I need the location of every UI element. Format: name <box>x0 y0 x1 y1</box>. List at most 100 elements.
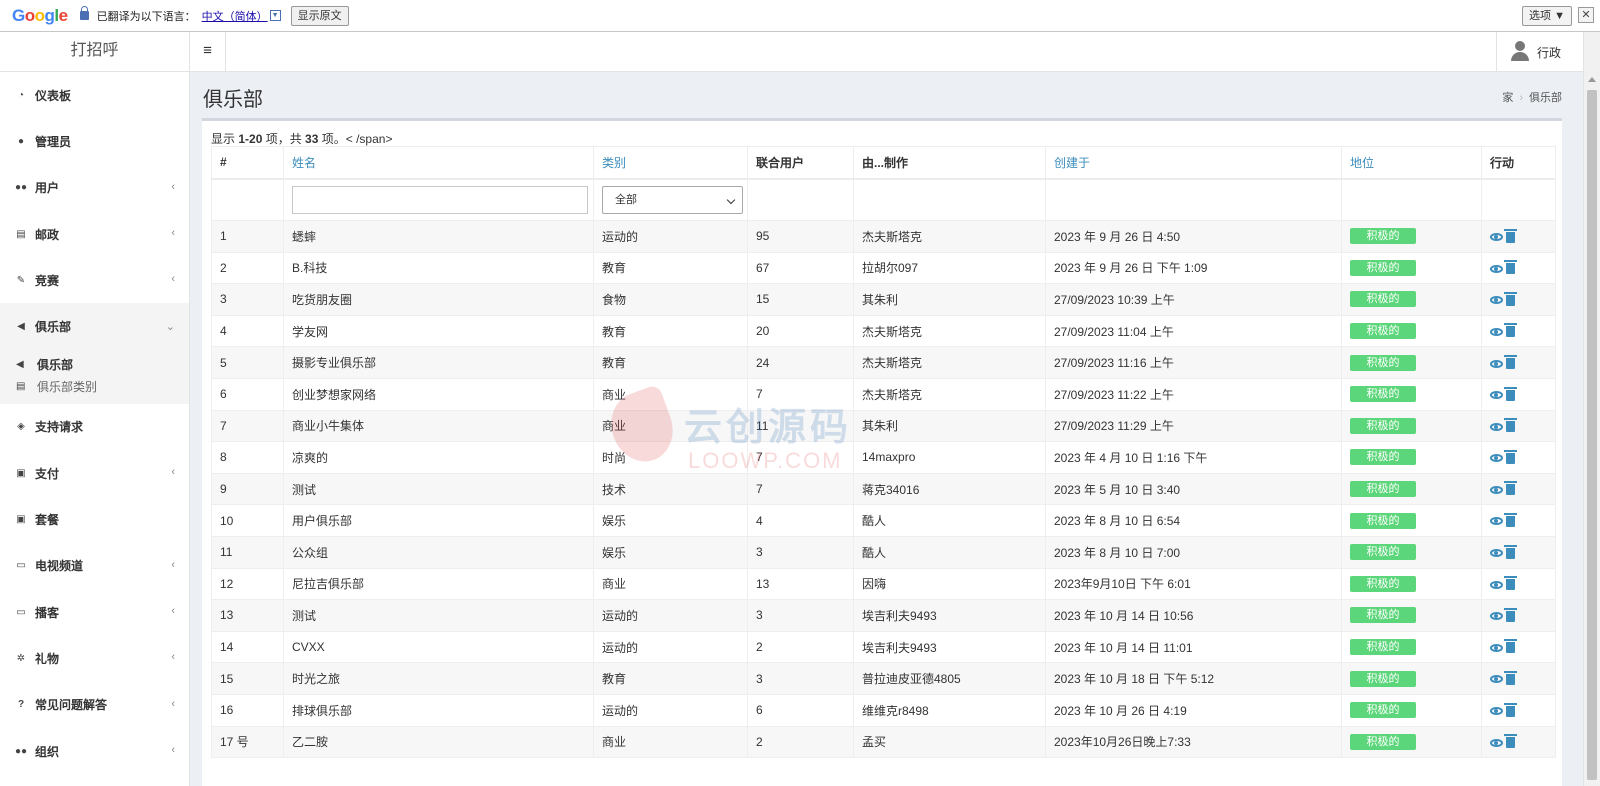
cell-created-by: 杰夫斯塔克 <box>853 377 1046 411</box>
sidebar-item-9[interactable]: ▭ 电视频道 ‹ <box>0 543 189 589</box>
show-original-button[interactable]: 显示原文 <box>290 5 349 26</box>
delete-icon[interactable] <box>1504 734 1517 749</box>
cell-members: 2 <box>747 725 854 759</box>
sidebar-item-5[interactable]: ◀ 俱乐部 ⌄ <box>0 303 189 350</box>
scroll-up-icon[interactable] <box>1588 77 1596 82</box>
brand-logo[interactable]: 打招呼 <box>0 32 190 72</box>
category-filter-select[interactable]: 全部 <box>602 185 743 214</box>
view-icon[interactable] <box>1490 327 1503 336</box>
scrollbar-thumb[interactable] <box>1587 90 1597 780</box>
delete-icon[interactable] <box>1504 670 1517 685</box>
cell-actions <box>1481 567 1556 601</box>
sidebar-item-label: 用户 <box>35 181 60 196</box>
breadcrumb-home[interactable]: 家 <box>1502 92 1513 104</box>
language-dropdown-icon[interactable]: ▼ <box>269 10 281 21</box>
view-icon[interactable] <box>1490 580 1503 589</box>
view-icon[interactable] <box>1490 454 1503 463</box>
sidebar-item-11[interactable]: ✲ 礼物 ‹ <box>0 635 189 681</box>
col-header-name[interactable]: 姓名 <box>283 146 594 180</box>
cell-status: 积极的 <box>1341 567 1482 601</box>
sidebar-toggle-icon[interactable]: ≡ <box>190 32 226 72</box>
view-icon[interactable] <box>1490 296 1503 305</box>
chevron-icon: ‹ <box>171 273 175 286</box>
cell-created-at: 2023 年 5 月 10 日 3:40 <box>1045 472 1342 506</box>
col-header-category[interactable]: 类别 <box>593 146 748 180</box>
clubs-panel: 显示 1-20 项，共 33 项。< /span> # 姓名 类别 联合用户 由… <box>202 118 1562 786</box>
col-header-status[interactable]: 地位 <box>1341 146 1482 180</box>
sidebar-item-label: 组织 <box>35 744 60 759</box>
delete-icon[interactable] <box>1504 607 1517 622</box>
delete-icon[interactable] <box>1504 512 1517 527</box>
table-row: 6 创业梦想家网络 商业 7 杰夫斯塔克 27/09/2023 11:22 上午 积极的 <box>211 377 1556 411</box>
delete-icon[interactable] <box>1504 481 1517 496</box>
delete-icon[interactable] <box>1504 228 1517 243</box>
cell-index: 7 <box>211 409 284 443</box>
view-icon[interactable] <box>1490 422 1503 431</box>
cell-members: 15 <box>747 283 854 316</box>
cell-category: 教育 <box>593 251 748 285</box>
view-icon[interactable] <box>1490 612 1503 621</box>
table-row: 11 公众组 娱乐 3 酷人 2023 年 8 月 10 日 7:00 积极的 <box>211 535 1556 569</box>
cell-members: 95 <box>747 220 854 253</box>
delete-icon[interactable] <box>1504 386 1517 401</box>
delete-icon[interactable] <box>1504 544 1517 559</box>
cell-status: 积极的 <box>1341 693 1482 727</box>
view-icon[interactable] <box>1490 517 1503 526</box>
dashboard-icon: ◔ <box>17 89 25 101</box>
sidebar-item-7[interactable]: ▣ 支付 ‹ <box>0 450 189 496</box>
view-icon[interactable] <box>1490 707 1503 716</box>
megaphone-icon: ◀ <box>16 359 24 371</box>
options-button[interactable]: 选项 ▼ <box>1522 6 1572 26</box>
cell-actions <box>1481 630 1556 664</box>
sidebar-item-label: 套餐 <box>35 513 60 528</box>
col-header-created-at[interactable]: 创建于 <box>1045 146 1342 180</box>
sidebar-item-8[interactable]: ▣ 套餐 <box>0 496 189 542</box>
sidebar-item-10[interactable]: ▭ 播客 ‹ <box>0 589 189 635</box>
sidebar-subitem-1[interactable]: ▤ 俱乐部类别 <box>0 376 189 398</box>
view-icon[interactable] <box>1490 643 1503 652</box>
sidebar-item-0[interactable]: ◔ 仪表板 <box>0 72 189 118</box>
cell-created-at: 2023 年 8 月 10 日 7:00 <box>1045 535 1342 569</box>
delete-icon[interactable] <box>1504 639 1517 654</box>
delete-icon[interactable] <box>1504 323 1517 338</box>
sidebar-subitem-0[interactable]: ◀ 俱乐部 <box>0 354 189 376</box>
view-icon[interactable] <box>1490 675 1503 684</box>
cell-actions <box>1481 693 1556 727</box>
view-icon[interactable] <box>1490 485 1503 494</box>
table-row: 15 时光之旅 教育 3 普拉迪皮亚德4805 2023 年 10 月 18 日 下午 5… <box>211 662 1556 695</box>
sidebar-item-1[interactable]: ● 管理员 <box>0 118 189 164</box>
delete-icon[interactable] <box>1504 418 1517 433</box>
sidebar-item-12[interactable]: ? 常见问题解答 ‹ <box>0 682 189 728</box>
delete-icon[interactable] <box>1504 576 1517 591</box>
view-icon[interactable] <box>1490 738 1503 747</box>
status-badge: 积极的 <box>1350 607 1416 624</box>
view-icon[interactable] <box>1490 359 1503 368</box>
language-link[interactable]: 中文（简体） <box>202 8 268 24</box>
podcast-icon: ▭ <box>16 606 26 618</box>
chevron-icon: ‹ <box>171 466 175 479</box>
delete-icon[interactable] <box>1504 449 1517 464</box>
sidebar-item-3[interactable]: ▤ 邮政 ‹ <box>0 211 189 257</box>
sidebar-item-6[interactable]: ◈ 支持请求 <box>0 404 189 450</box>
delete-icon[interactable] <box>1504 702 1517 717</box>
close-translate-button[interactable]: ✕ <box>1578 7 1594 23</box>
delete-icon[interactable] <box>1504 291 1517 306</box>
name-filter-input[interactable] <box>292 185 588 214</box>
view-icon[interactable] <box>1490 391 1503 400</box>
sidebar-subitem-label: 俱乐部类别 <box>37 380 98 395</box>
sidebar-item-2[interactable]: ●● 用户 ‹ <box>0 165 189 211</box>
status-badge: 积极的 <box>1350 639 1416 656</box>
delete-icon[interactable] <box>1504 355 1517 369</box>
cell-name: 用户俱乐部 <box>283 504 594 537</box>
view-icon[interactable] <box>1490 233 1503 242</box>
view-icon[interactable] <box>1490 264 1503 273</box>
sidebar-item-4[interactable]: ✎ 竞赛 ‹ <box>0 257 189 303</box>
page-scrollbar[interactable] <box>1583 32 1600 786</box>
cell-created-at: 2023 年 9 月 26 日 4:50 <box>1045 220 1342 253</box>
cell-index: 5 <box>211 346 284 379</box>
cell-members: 3 <box>747 535 854 569</box>
view-icon[interactable] <box>1490 549 1503 558</box>
delete-icon[interactable] <box>1504 260 1517 275</box>
cell-actions <box>1481 441 1556 474</box>
sidebar-item-13[interactable]: ●● 组织 ‹ <box>0 728 189 774</box>
